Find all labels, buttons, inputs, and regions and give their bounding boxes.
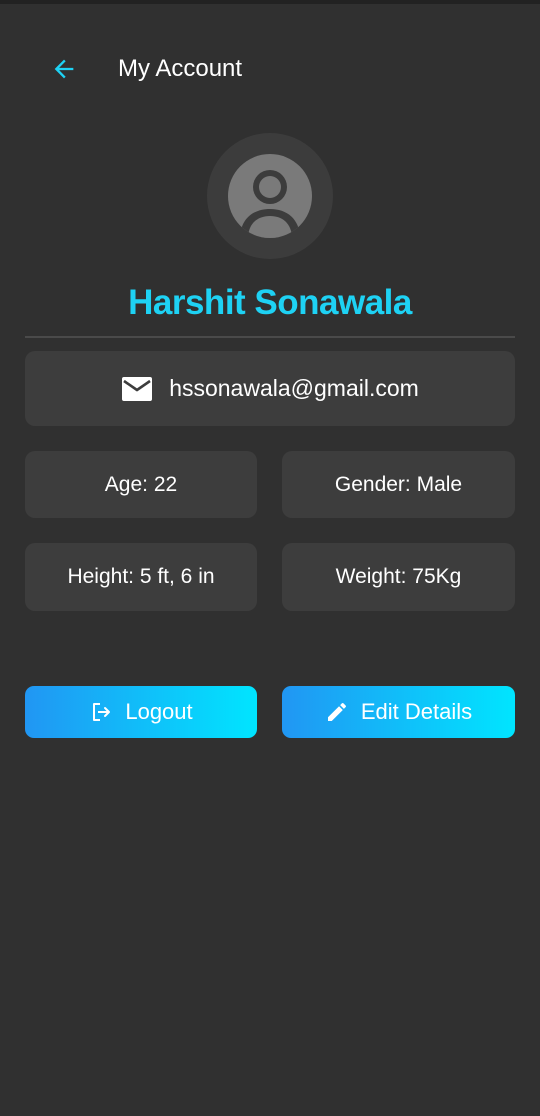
- logout-button[interactable]: Logout: [25, 686, 257, 738]
- edit-details-button[interactable]: Edit Details: [282, 686, 515, 738]
- page-title: My Account: [118, 55, 243, 82]
- height-card: Height: 5 ft, 6 in: [25, 543, 257, 611]
- email-text: hssonawala@gmail.com: [169, 375, 419, 401]
- gender-card: Gender: Male: [282, 451, 515, 518]
- app-bar: My Account: [0, 40, 540, 98]
- logout-icon: [89, 700, 113, 724]
- age-text: Age: 22: [104, 472, 178, 496]
- weight-text: Weight: 75Kg: [335, 565, 462, 588]
- mail-icon: [121, 376, 153, 402]
- back-button[interactable]: [44, 50, 84, 88]
- arrow-left-icon: [54, 59, 74, 79]
- weight-card: Weight: 75Kg: [282, 543, 515, 611]
- user-name: Harshit Sonawala: [128, 283, 412, 322]
- avatar: [207, 133, 333, 259]
- pencil-icon: [325, 700, 349, 724]
- email-card: hssonawala@gmail.com: [25, 351, 515, 426]
- edit-details-label: Edit Details: [360, 699, 473, 724]
- logout-label: Logout: [125, 699, 193, 724]
- gender-text: Gender: Male: [334, 472, 463, 496]
- status-bar-strip: [0, 0, 540, 4]
- divider: [25, 336, 515, 338]
- height-text: Height: 5 ft, 6 in: [67, 565, 215, 588]
- account-circle-icon: [228, 154, 312, 238]
- age-card: Age: 22: [25, 451, 257, 518]
